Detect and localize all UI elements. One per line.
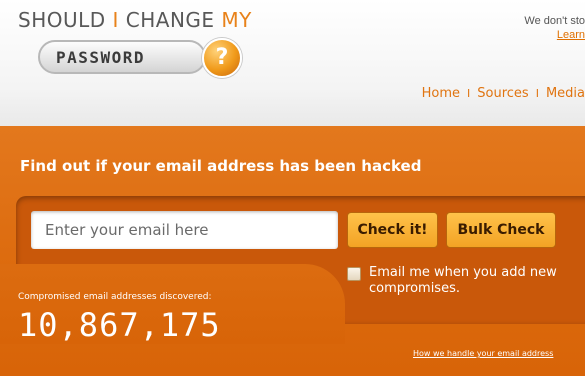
- privacy-link[interactable]: How we handle your email address: [413, 349, 553, 358]
- main-nav: Home I Sources I Media: [422, 86, 585, 101]
- site-header: SHOULD I CHANGE MY PASSWORD ? We don't s…: [0, 0, 585, 126]
- compromised-count: 10,867,175: [18, 306, 221, 344]
- logo-word: CHANGE: [118, 8, 222, 32]
- hero-title: Find out if your email address has been …: [20, 157, 422, 175]
- logo-pill-text: PASSWORD: [56, 48, 146, 67]
- header-note-text: We don't sto: [524, 15, 585, 27]
- notify-checkbox[interactable]: [347, 267, 361, 281]
- notify-checkbox-label: Email me when you add new compromises.: [369, 265, 557, 296]
- nav-item-sources[interactable]: Sources: [477, 86, 528, 101]
- question-mark-icon: ?: [202, 38, 242, 78]
- nav-separator: I: [535, 87, 539, 100]
- logo-word: SHOULD: [18, 8, 113, 32]
- bulk-check-button[interactable]: Bulk Check: [446, 212, 556, 248]
- nav-separator: I: [467, 87, 471, 100]
- stat-label: Compromised email addresses discovered:: [18, 292, 212, 302]
- email-input[interactable]: [31, 211, 338, 249]
- logo-password-pill[interactable]: PASSWORD: [38, 40, 206, 74]
- nav-item-home[interactable]: Home: [422, 86, 460, 101]
- hero-section: Find out if your email address has been …: [0, 126, 585, 376]
- check-it-button[interactable]: Check it!: [347, 212, 438, 248]
- header-note: We don't sto Learn: [524, 14, 585, 42]
- site-logo-text[interactable]: SHOULD I CHANGE MY: [18, 8, 252, 32]
- learn-link[interactable]: Learn: [557, 29, 585, 41]
- logo-accent-my: MY: [221, 8, 252, 32]
- nav-item-media[interactable]: Media: [546, 86, 585, 101]
